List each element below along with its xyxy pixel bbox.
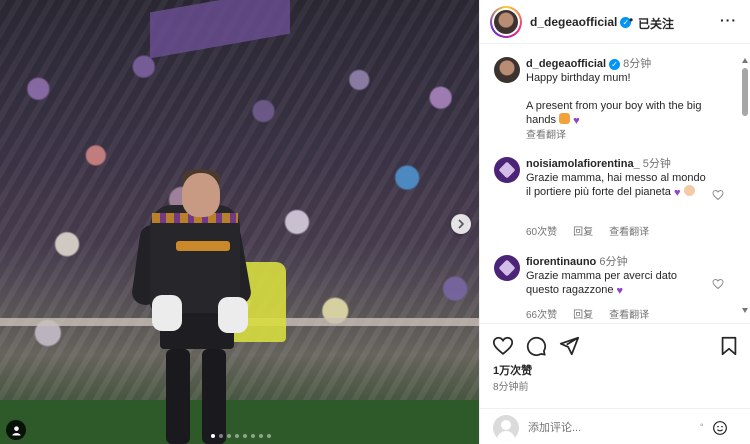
- player-head: [182, 173, 220, 217]
- post-photo[interactable]: [0, 0, 479, 444]
- comment-username[interactable]: noisiamolafiorentina_: [526, 158, 640, 170]
- comment-like-count[interactable]: 60次赞: [526, 223, 557, 238]
- comment-text: Grazie mamma per averci dato questo raga…: [526, 270, 677, 296]
- carousel-dot: [267, 434, 271, 438]
- avatar-head: [501, 420, 511, 430]
- comment-input[interactable]: [528, 419, 698, 437]
- avatar-image: [494, 10, 518, 34]
- post-timestamp: 8分钟前: [493, 382, 529, 393]
- carousel-dot: [259, 434, 263, 438]
- comment-meta: 66次赞 回复 查看翻译: [526, 306, 649, 321]
- comment-meta: 60次赞 回复 查看翻译: [526, 223, 649, 238]
- emoji-toggle-indicator: ◦: [700, 420, 704, 431]
- tagged-users-button[interactable]: [6, 420, 26, 440]
- current-user-avatar: [493, 415, 519, 441]
- emoji-icon[interactable]: [712, 420, 728, 436]
- bookmark-icon[interactable]: [718, 335, 740, 357]
- header-username-wrap: d_degeaofficial ✓: [530, 15, 632, 29]
- tag-user-icon: [11, 425, 21, 436]
- post-side-panel: d_degeaofficial ✓ • 已关注 ··· d_degeaoffici…: [479, 0, 750, 444]
- translate-link[interactable]: 查看翻译: [609, 223, 649, 238]
- comment-like-icon[interactable]: [712, 278, 724, 290]
- comment-avatar[interactable]: [494, 255, 520, 281]
- fiorentina-lily-icon: [498, 161, 516, 179]
- header-username[interactable]: d_degeaofficial: [530, 15, 617, 29]
- carousel-dot: [243, 434, 247, 438]
- caption-time: 8分钟: [623, 58, 652, 70]
- translate-link[interactable]: 查看翻译: [609, 306, 649, 321]
- post-header: d_degeaofficial ✓ • 已关注 ···: [480, 0, 750, 44]
- more-icon[interactable]: ···: [720, 12, 737, 28]
- player-leg: [202, 349, 226, 444]
- scroll-up-arrow[interactable]: [742, 58, 748, 63]
- caption-text-line2: A present from your boy with the big han…: [526, 100, 702, 126]
- player-glove: [218, 297, 248, 333]
- comment-like-count[interactable]: 66次赞: [526, 306, 557, 321]
- header-avatar[interactable]: [490, 6, 522, 38]
- next-photo-button[interactable]: [451, 214, 471, 234]
- purple-heart-icon: ♥: [616, 285, 624, 297]
- comment-item: noisiamolafiorentina_ 5分钟 Grazie mamma, …: [526, 157, 706, 200]
- praying-hands-emoji-icon: [683, 185, 695, 196]
- caption-avatar[interactable]: [494, 57, 520, 83]
- share-icon[interactable]: [558, 335, 580, 357]
- comments-scrollbar[interactable]: [742, 58, 748, 316]
- carousel-dot: [211, 434, 215, 438]
- header-separator: •: [629, 13, 634, 27]
- comment-avatar[interactable]: [494, 157, 520, 183]
- carousel-dot: [227, 434, 231, 438]
- comment-item: fiorentinauno 6分钟 Grazie mamma per averc…: [526, 255, 706, 298]
- caption: d_degeaofficial ✓ 8分钟 Happy birthday mum!…: [526, 57, 732, 143]
- carousel-dots: [211, 434, 271, 438]
- goalkeeper-figure: [130, 165, 260, 444]
- caption-username[interactable]: d_degeaofficial: [526, 58, 606, 70]
- player-leg: [166, 349, 190, 444]
- comment-time: 5分钟: [642, 158, 671, 170]
- carousel-dot: [251, 434, 255, 438]
- avatar-shoulders: [497, 431, 515, 441]
- post-actions: 1万次赞 8分钟前 ◦: [480, 323, 750, 443]
- comments-list[interactable]: d_degeaofficial ✓ 8分钟 Happy birthday mum!…: [480, 45, 742, 321]
- comment-like-icon[interactable]: [712, 189, 724, 201]
- comment-icon[interactable]: [525, 335, 547, 357]
- comment-time: 6分钟: [599, 256, 628, 268]
- comment-username[interactable]: fiorentinauno: [526, 256, 596, 268]
- caption-translate-link[interactable]: 查看翻译: [526, 130, 566, 141]
- carousel-dot: [235, 434, 239, 438]
- purple-heart-icon: ♥: [573, 115, 580, 127]
- caption-text-line1: Happy birthday mum!: [526, 72, 631, 84]
- jersey-sponsor: [176, 241, 230, 251]
- reply-button[interactable]: 回复: [573, 306, 593, 321]
- scroll-down-arrow[interactable]: [742, 308, 748, 313]
- scroll-thumb[interactable]: [742, 68, 748, 116]
- reply-button[interactable]: 回复: [573, 223, 593, 238]
- carousel-dot: [219, 434, 223, 438]
- following-button[interactable]: 已关注: [638, 15, 674, 32]
- likes-count[interactable]: 1万次赞: [493, 362, 532, 378]
- verified-icon: ✓: [609, 58, 621, 70]
- player-glove: [152, 295, 182, 331]
- chevron-right-icon: [458, 219, 465, 229]
- purple-heart-icon: ♥: [674, 187, 681, 199]
- fiorentina-lily-icon: [498, 259, 516, 277]
- add-comment-bar: ◦: [480, 408, 750, 444]
- gift-emoji-icon: [559, 113, 571, 124]
- heart-icon[interactable]: [492, 335, 514, 357]
